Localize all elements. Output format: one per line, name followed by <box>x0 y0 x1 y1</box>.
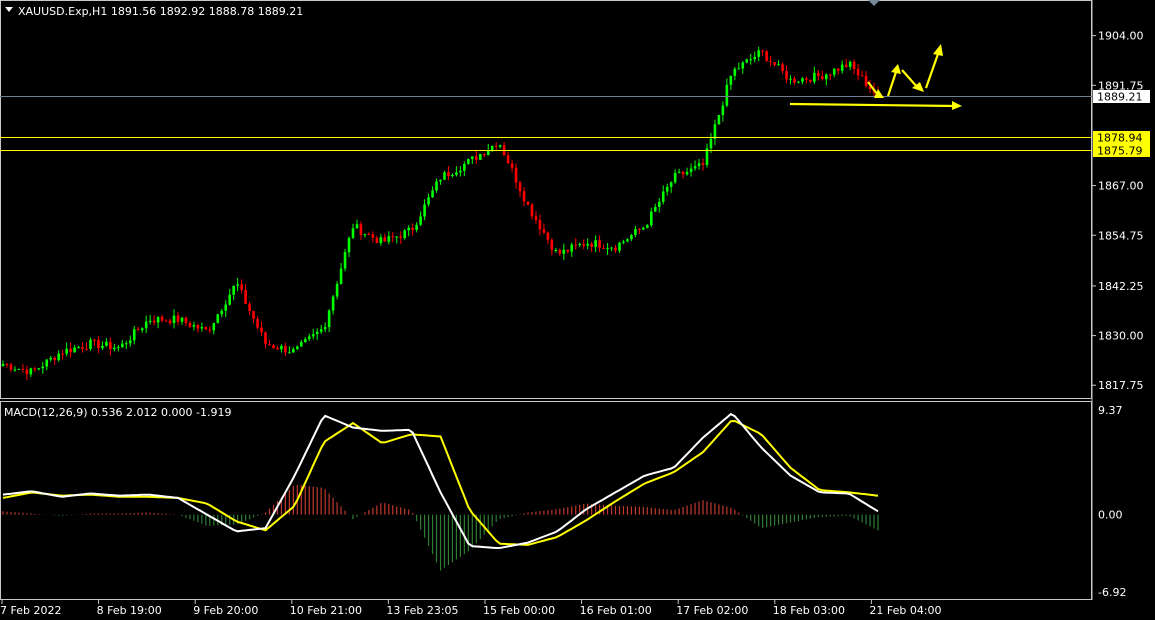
price-tick-label: 1891.75 <box>1098 79 1144 92</box>
time-tick-label: 17 Feb 02:00 <box>676 604 748 617</box>
candle <box>17 368 21 370</box>
macd-tick-label: 0.00 <box>1098 509 1123 522</box>
time-tick-label: 15 Feb 00:00 <box>483 604 555 617</box>
time-tick-label: 16 Feb 01:00 <box>580 604 652 617</box>
price-tick-label: 1904.00 <box>1098 30 1144 43</box>
candle <box>765 50 768 62</box>
candle <box>467 158 470 165</box>
macd-tick-label: -6.92 <box>1098 586 1126 599</box>
time-tick-label: 10 Feb 21:00 <box>290 604 362 617</box>
time-tick-label: 21 Feb 04:00 <box>869 604 941 617</box>
time-tick-label: 13 Feb 23:05 <box>386 604 458 617</box>
price-label: 1875.79 <box>1097 145 1143 158</box>
time-tick-label: 7 Feb 2022 <box>0 604 61 617</box>
price-tick-label: 1842.25 <box>1098 280 1144 293</box>
price-label: 1889.21 <box>1097 91 1143 104</box>
macd-title: MACD(12,26,9) 0.536 2.012 0.000 -1.919 <box>4 406 231 419</box>
candle <box>717 114 721 125</box>
symbol-info: XAUUSD.Exp,H1 1891.56 1892.92 1888.78 18… <box>18 5 303 18</box>
price-tick-label: 1817.75 <box>1098 379 1144 392</box>
price-label: 1878.94 <box>1097 132 1143 145</box>
time-tick-label: 8 Feb 19:00 <box>97 604 162 617</box>
macd-tick-label: 9.37 <box>1098 404 1123 417</box>
time-tick-label: 18 Feb 03:00 <box>773 604 845 617</box>
candle <box>478 153 482 160</box>
trading-chart[interactable]: 1889.21 1878.941875.79 1904.00 1891.75 1867… <box>0 0 1155 620</box>
candle <box>343 248 347 272</box>
time-tick-label: 9 Feb 20:00 <box>193 604 258 617</box>
price-tick-label: 1854.75 <box>1098 229 1144 242</box>
candle <box>216 313 220 324</box>
price-tick-label: 1867.00 <box>1098 180 1144 193</box>
price-tick-label: 1830.00 <box>1098 330 1144 343</box>
